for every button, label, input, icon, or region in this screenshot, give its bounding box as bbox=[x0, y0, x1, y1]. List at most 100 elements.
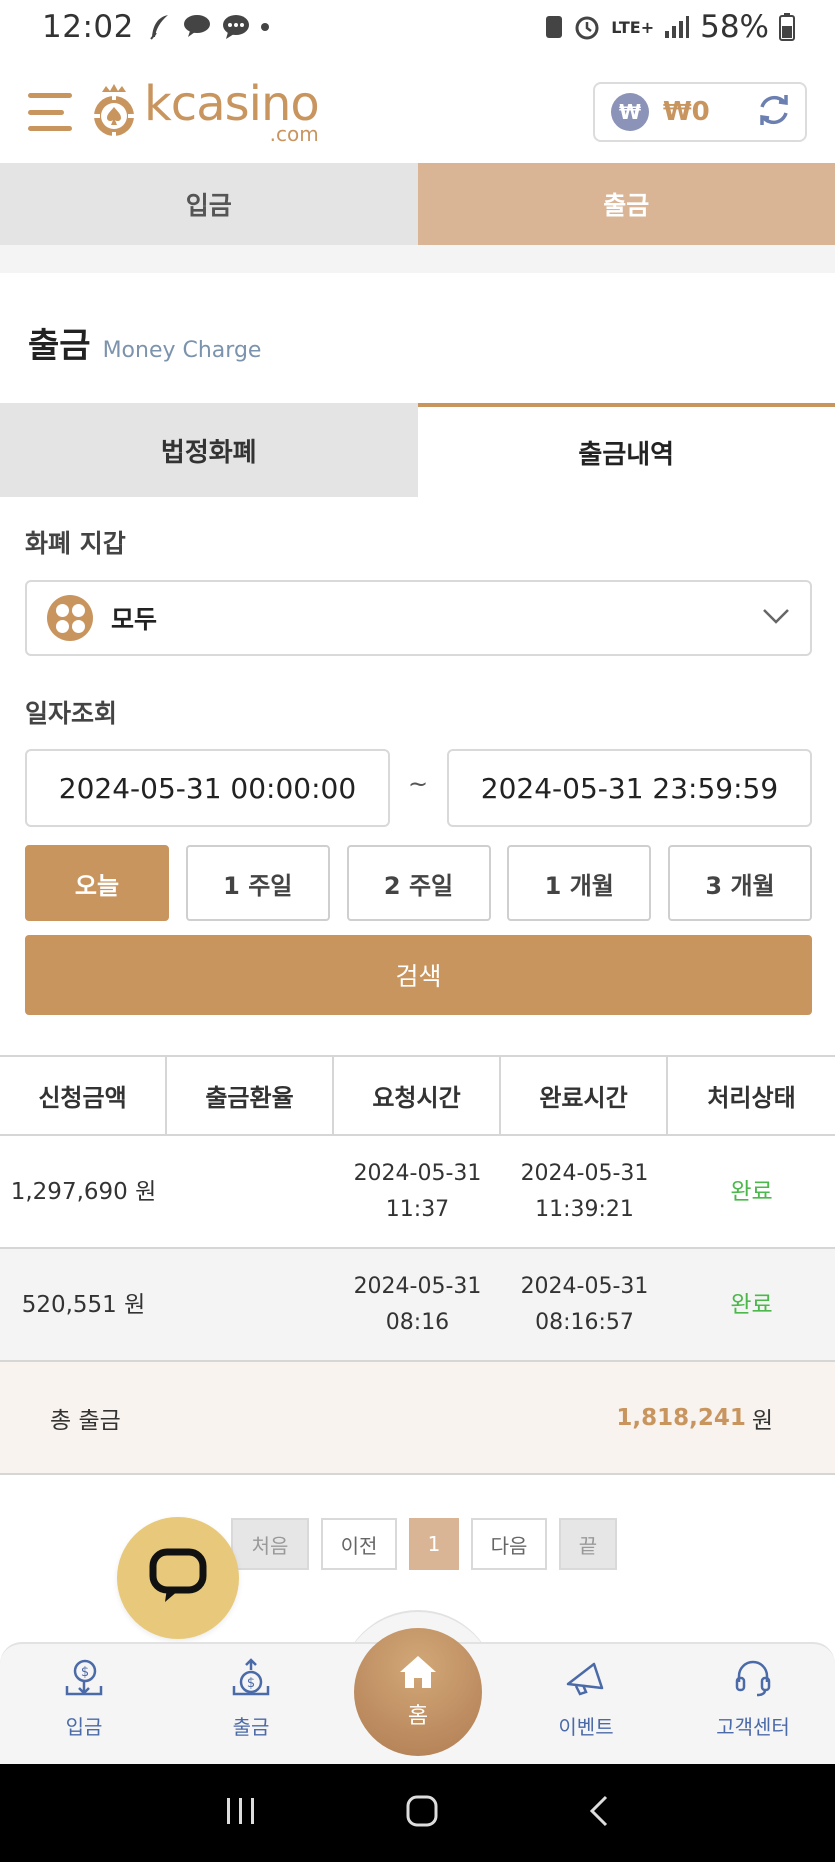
message-icon bbox=[222, 14, 250, 40]
withdraw-icon: $ bbox=[230, 1658, 272, 1703]
tab-fiat[interactable]: 법정화폐 bbox=[0, 403, 418, 497]
system-icons: LTE+ 58% bbox=[545, 9, 795, 45]
col-status: 처리상태 bbox=[707, 1084, 796, 1112]
status-badge: 완료 bbox=[730, 1291, 773, 1318]
status-bar: 12:02 LTE+ 58% bbox=[0, 0, 835, 54]
nav-home[interactable]: 홈 bbox=[354, 1628, 482, 1756]
complete-date: 2024-05-31 bbox=[520, 1160, 649, 1186]
row-request-time: 2024-05-31 11:37 bbox=[334, 1136, 501, 1247]
table-row: 520,551 원 2024-05-31 08:16 2024-05-31 08:1… bbox=[0, 1249, 835, 1362]
request-date: 2024-05-31 bbox=[353, 1160, 482, 1186]
col-request-amount: 신청금액 bbox=[0, 1057, 167, 1134]
deposit-icon: $ bbox=[63, 1658, 105, 1703]
page-1-button[interactable]: 1 bbox=[409, 1518, 459, 1570]
col-complete-time: 완료시간 bbox=[501, 1057, 668, 1134]
page-title: 출금 Money Charge bbox=[28, 318, 261, 367]
col-exchange-rate: 출금환율 bbox=[167, 1057, 334, 1134]
grid-icon bbox=[47, 595, 93, 641]
end-date-input[interactable]: 2024-05-31 23:59:59 bbox=[447, 749, 812, 827]
app-header: kcasino .com ₩ ₩0 bbox=[0, 62, 835, 162]
logo-domain: .com bbox=[269, 122, 319, 146]
menu-icon[interactable] bbox=[28, 89, 74, 135]
home-system-icon[interactable] bbox=[405, 1794, 439, 1832]
refresh-icon[interactable] bbox=[755, 91, 793, 133]
wallet-amount: ₩0 bbox=[663, 97, 710, 127]
withdraw-history-table: 신청금액 출금환율 요청시간 완료시간 처리상태 1,297,690 원 202… bbox=[0, 1055, 835, 1475]
nav-event[interactable]: 이벤트 bbox=[516, 1658, 656, 1740]
tab-withdraw[interactable]: 출금 bbox=[417, 163, 835, 245]
svg-text:$: $ bbox=[247, 1676, 255, 1691]
signal-icon bbox=[664, 15, 690, 39]
network-type: LTE+ bbox=[611, 17, 655, 37]
android-nav-bar bbox=[0, 1764, 835, 1862]
page-prev-button[interactable]: 이전 bbox=[321, 1518, 397, 1570]
date-filter-label: 일자조회 bbox=[25, 699, 118, 728]
start-date-input[interactable]: 2024-05-31 00:00:00 bbox=[25, 749, 390, 827]
sub-tabs: 법정화폐 출금내역 bbox=[0, 403, 835, 497]
nav-deposit[interactable]: $ 입금 bbox=[14, 1658, 154, 1740]
complete-clock: 08:16:57 bbox=[535, 1309, 634, 1335]
wallet-select[interactable]: 모두 bbox=[25, 580, 812, 656]
tab-withdraw-history[interactable]: 출금내역 bbox=[417, 403, 835, 497]
page-last-button[interactable]: 끝 bbox=[559, 1518, 617, 1570]
search-button[interactable]: 검색 bbox=[25, 935, 812, 1015]
chevron-down-icon bbox=[762, 607, 790, 629]
back-icon[interactable] bbox=[587, 1794, 611, 1832]
total-label: 총 출금 bbox=[50, 1407, 121, 1434]
row-amount: 520,551 원 bbox=[21, 1291, 146, 1318]
complete-date: 2024-05-31 bbox=[520, 1273, 649, 1299]
request-date: 2024-05-31 bbox=[353, 1273, 482, 1299]
wallet-filter-label: 화폐 지갑 bbox=[25, 529, 126, 558]
nav-event-label: 이벤트 bbox=[558, 1715, 614, 1739]
period-3month-button[interactable]: 3 개월 bbox=[668, 845, 812, 921]
divider bbox=[0, 245, 835, 273]
period-2week-button[interactable]: 2 주일 bbox=[346, 845, 491, 921]
page-first-button[interactable]: 처음 bbox=[231, 1518, 309, 1570]
page-next-button[interactable]: 다음 bbox=[471, 1518, 547, 1570]
period-buttons: 오늘 1 주일 2 주일 1 개월 3 개월 bbox=[25, 845, 812, 921]
row-complete-time: 2024-05-31 11:39:21 bbox=[501, 1136, 668, 1247]
table-header: 신청금액 출금환율 요청시간 완료시간 처리상태 bbox=[0, 1055, 835, 1136]
period-1week-button[interactable]: 1 주일 bbox=[185, 845, 330, 921]
alarm-icon bbox=[573, 13, 601, 41]
logo[interactable]: kcasino .com bbox=[90, 80, 320, 146]
period-today-button[interactable]: 오늘 bbox=[25, 845, 169, 921]
nav-deposit-label: 입금 bbox=[65, 1715, 103, 1739]
row-rate bbox=[167, 1249, 334, 1360]
chat-button[interactable] bbox=[117, 1517, 239, 1639]
nav-home-label: 홈 bbox=[407, 1704, 429, 1729]
date-separator: ~ bbox=[408, 770, 429, 798]
headset-icon bbox=[733, 1658, 773, 1703]
col-request-time: 요청시간 bbox=[334, 1057, 501, 1134]
page-subtitle: Money Charge bbox=[102, 338, 262, 363]
won-chat-icon bbox=[182, 13, 212, 41]
chat-bubble-icon bbox=[147, 1546, 209, 1610]
row-rate bbox=[167, 1136, 334, 1247]
period-1month-button[interactable]: 1 개월 bbox=[507, 845, 652, 921]
svg-text:$: $ bbox=[81, 1665, 89, 1680]
top-tabs: 입금 출금 bbox=[0, 163, 835, 245]
pagination: 처음 이전 1 다음 끝 bbox=[231, 1518, 617, 1570]
table-row: 1,297,690 원 2024-05-31 11:37 2024-05-31 11… bbox=[0, 1136, 835, 1249]
page-title-text: 출금 bbox=[28, 326, 91, 366]
row-complete-time: 2024-05-31 08:16:57 bbox=[501, 1249, 668, 1360]
request-clock: 11:37 bbox=[385, 1196, 450, 1222]
nav-support-label: 고객센터 bbox=[716, 1715, 790, 1739]
nav-withdraw[interactable]: $ 출금 bbox=[181, 1658, 321, 1740]
request-clock: 08:16 bbox=[385, 1309, 450, 1335]
nav-support[interactable]: 고객센터 bbox=[683, 1658, 823, 1740]
recent-apps-icon[interactable] bbox=[224, 1796, 258, 1830]
row-amount: 1,297,690 원 bbox=[10, 1178, 157, 1205]
home-icon bbox=[398, 1654, 438, 1696]
wallet-select-value: 모두 bbox=[111, 605, 158, 634]
won-coin-icon: ₩ bbox=[611, 93, 649, 131]
nav-withdraw-label: 출금 bbox=[232, 1715, 270, 1739]
status-time: 12:02 bbox=[42, 9, 134, 45]
total-value: 1,818,241 bbox=[616, 1404, 746, 1431]
total-row: 총 출금 1,818,241 원 bbox=[0, 1362, 835, 1475]
feather-icon bbox=[148, 13, 172, 41]
battery-percent: 58% bbox=[700, 9, 769, 45]
tab-deposit[interactable]: 입금 bbox=[0, 163, 418, 245]
wallet-balance-box[interactable]: ₩ ₩0 bbox=[593, 82, 807, 142]
complete-clock: 11:39:21 bbox=[535, 1196, 634, 1222]
